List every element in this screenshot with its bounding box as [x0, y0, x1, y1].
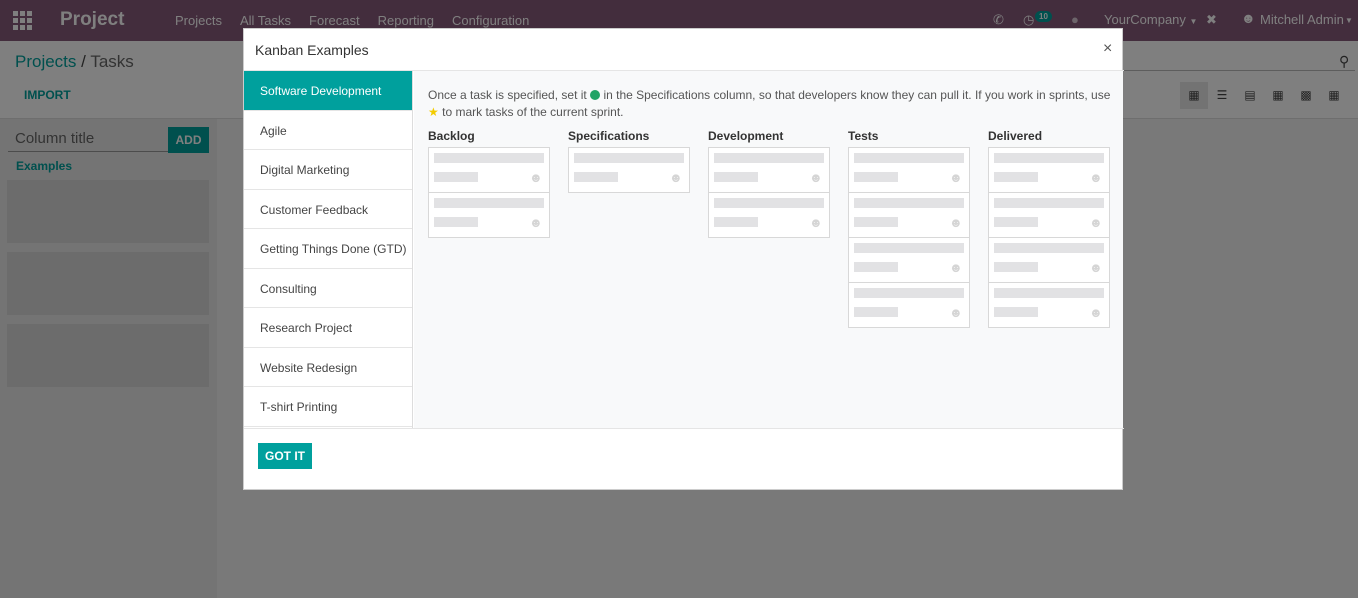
user-avatar-icon: ☻ — [949, 260, 963, 275]
preview-card: ☻ — [708, 147, 830, 193]
got-it-button[interactable]: GOT IT — [258, 443, 312, 469]
placeholder-bar — [714, 153, 824, 163]
preview-column: Tests ☻ ☻ ☻ ☻ — [848, 129, 970, 328]
user-avatar-icon: ☻ — [949, 170, 963, 185]
user-avatar-icon: ☻ — [529, 215, 543, 230]
kanban-examples-dialog: Kanban Examples × Software Development A… — [243, 28, 1124, 490]
example-gtd[interactable]: Getting Things Done (GTD) — [244, 229, 412, 269]
user-avatar-icon: ☻ — [1089, 305, 1103, 320]
placeholder-bar — [994, 288, 1104, 298]
placeholder-bar — [994, 172, 1038, 182]
preview-column-title: Delivered — [988, 129, 1043, 143]
user-avatar-icon: ☻ — [1089, 170, 1103, 185]
desc-part-1: Once a task is specified, set it — [428, 88, 587, 102]
example-agile[interactable]: Agile — [244, 111, 412, 150]
placeholder-bar — [574, 172, 618, 182]
preview-card: ☻ — [988, 282, 1110, 328]
placeholder-bar — [994, 307, 1038, 317]
modal-body: Software Development Agile Digital Marke… — [244, 71, 1124, 428]
close-icon[interactable]: × — [1103, 40, 1112, 58]
user-avatar-icon: ☻ — [529, 170, 543, 185]
placeholder-bar — [434, 153, 544, 163]
placeholder-bar — [854, 243, 964, 253]
example-tshirt-printing[interactable]: T-shirt Printing — [244, 387, 412, 427]
desc-part-3: to mark tasks of the current sprint. — [442, 105, 624, 119]
example-research-project[interactable]: Research Project — [244, 308, 412, 348]
preview-column: Delivered ☻ ☻ ☻ ☻ — [988, 129, 1110, 328]
placeholder-bar — [994, 262, 1038, 272]
example-preview: Once a task is specified, set it in the … — [414, 71, 1123, 428]
example-consulting[interactable]: Consulting — [244, 269, 412, 308]
green-dot-icon — [590, 90, 601, 100]
preview-card: ☻ — [848, 237, 970, 283]
placeholder-bar — [854, 153, 964, 163]
preview-card: ☻ — [988, 147, 1110, 193]
placeholder-bar — [854, 288, 964, 298]
preview-card: ☻ — [988, 237, 1110, 283]
preview-column-title: Tests — [848, 129, 879, 143]
user-avatar-icon: ☻ — [1089, 215, 1103, 230]
preview-card: ☻ — [848, 147, 970, 193]
example-software-development[interactable]: Software Development — [244, 71, 412, 111]
placeholder-bar — [994, 243, 1104, 253]
preview-card: ☻ — [568, 147, 690, 193]
star-icon: ★ — [428, 105, 439, 119]
user-avatar-icon: ☻ — [809, 215, 823, 230]
placeholder-bar — [854, 172, 898, 182]
preview-card: ☻ — [988, 192, 1110, 238]
example-digital-marketing[interactable]: Digital Marketing — [244, 150, 412, 190]
placeholder-bar — [854, 198, 964, 208]
preview-card: ☻ — [708, 192, 830, 238]
placeholder-bar — [854, 262, 898, 272]
user-avatar-icon: ☻ — [949, 215, 963, 230]
placeholder-bar — [994, 198, 1104, 208]
preview-card: ☻ — [848, 282, 970, 328]
preview-column-title: Specifications — [568, 129, 650, 143]
example-customer-feedback[interactable]: Customer Feedback — [244, 190, 412, 229]
placeholder-bar — [434, 198, 544, 208]
placeholder-bar — [994, 217, 1038, 227]
preview-column: Development ☻ ☻ — [708, 129, 830, 238]
example-website-redesign[interactable]: Website Redesign — [244, 348, 412, 387]
placeholder-bar — [714, 172, 758, 182]
modal-title: Kanban Examples — [255, 42, 369, 58]
user-avatar-icon: ☻ — [669, 170, 683, 185]
user-avatar-icon: ☻ — [809, 170, 823, 185]
preview-card: ☻ — [428, 147, 550, 193]
preview-column-title: Development — [708, 129, 784, 143]
modal-footer: GOT IT — [244, 428, 1124, 490]
placeholder-bar — [854, 217, 898, 227]
placeholder-bar — [714, 198, 824, 208]
placeholder-bar — [994, 153, 1104, 163]
placeholder-bar — [714, 217, 758, 227]
modal-header: Kanban Examples × — [244, 29, 1124, 71]
placeholder-bar — [434, 217, 478, 227]
desc-part-2: in the Specifications column, so that de… — [603, 88, 1111, 102]
preview-column: Specifications ☻ — [568, 129, 690, 193]
preview-card: ☻ — [848, 192, 970, 238]
placeholder-bar — [434, 172, 478, 182]
user-avatar-icon: ☻ — [949, 305, 963, 320]
preview-column-title: Backlog — [428, 129, 475, 143]
placeholder-bar — [574, 153, 684, 163]
preview-column: Backlog ☻ ☻ — [428, 129, 550, 238]
placeholder-bar — [854, 307, 898, 317]
example-description: Once a task is specified, set it in the … — [428, 87, 1112, 121]
user-avatar-icon: ☻ — [1089, 260, 1103, 275]
preview-card: ☻ — [428, 192, 550, 238]
examples-sidebar: Software Development Agile Digital Marke… — [244, 71, 413, 428]
